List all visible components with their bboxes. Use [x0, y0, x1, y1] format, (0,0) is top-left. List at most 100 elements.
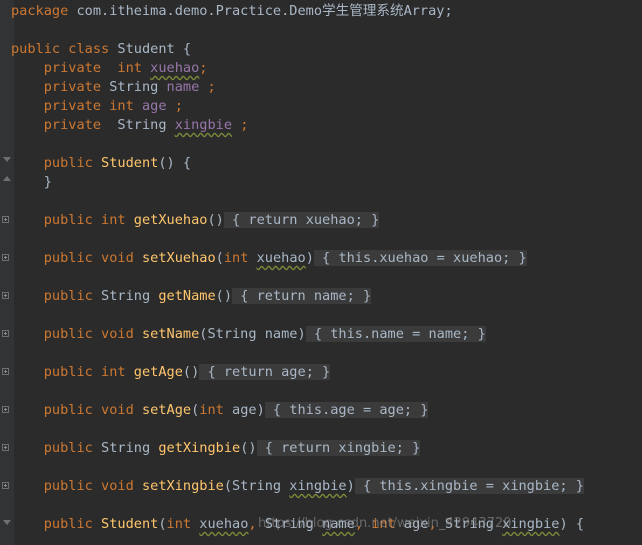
code-token: { — [354, 478, 380, 494]
fold-open-icon[interactable] — [3, 520, 11, 525]
code-token: ; — [346, 288, 355, 304]
code-token: public — [43, 288, 93, 304]
code-token: { — [199, 364, 224, 380]
code-token: xuehao — [150, 60, 200, 76]
code-token: { — [256, 440, 282, 456]
code-token: } — [567, 478, 584, 494]
code-token: = name — [403, 326, 462, 342]
code-line[interactable]: private String xingbie ; — [11, 116, 249, 135]
code-token: ; — [174, 98, 183, 114]
code-token: { — [232, 288, 257, 304]
code-token: ; — [207, 79, 216, 95]
code-token: setAge — [141, 402, 192, 418]
code-line[interactable]: private int age ; — [11, 97, 183, 116]
code-token: age — [281, 364, 306, 380]
fold-expand-icon[interactable] — [2, 368, 9, 375]
code-line[interactable]: private int xuehao; — [11, 59, 208, 78]
code-line[interactable]: public void setXingbie(String xingbie) {… — [11, 477, 584, 496]
code-line[interactable]: } — [11, 173, 52, 192]
code-token: xingbie — [330, 440, 396, 456]
code-token: age — [141, 98, 167, 114]
code-token: ( — [158, 516, 167, 532]
code-line[interactable]: public String getName() { return name; } — [11, 287, 372, 306]
code-token: getXingbie — [158, 440, 241, 456]
fold-expand-icon[interactable] — [2, 216, 9, 223]
code-editor[interactable]: package com.itheima.demo.Practice.Demo学生… — [0, 0, 642, 545]
code-token: private — [43, 60, 102, 76]
code-token: name — [166, 79, 200, 95]
code-token: = age — [354, 402, 404, 418]
code-token: setName — [141, 326, 200, 342]
fold-expand-icon[interactable] — [2, 444, 9, 451]
fold-expand-icon[interactable] — [2, 406, 9, 413]
code-token: setXingbie — [141, 478, 224, 494]
code-token: public void — [43, 478, 134, 494]
fold-expand-icon[interactable] — [2, 330, 9, 337]
code-token: ; — [559, 478, 568, 494]
code-token: () — [215, 288, 233, 304]
code-token: } — [412, 402, 429, 418]
code-line[interactable]: public int getAge() { return age; } — [11, 363, 331, 382]
code-line[interactable]: public int getXuehao() { return xuehao; … — [11, 211, 380, 230]
code-token: Student { — [109, 41, 192, 57]
code-token: public void — [43, 326, 134, 342]
fold-close-icon[interactable] — [3, 176, 11, 181]
code-token: public int — [43, 364, 126, 380]
code-token: { — [264, 402, 290, 418]
code-token: } — [403, 440, 421, 456]
code-token: = xingbie — [477, 478, 560, 494]
code-token: ) — [346, 478, 355, 494]
code-token: return — [223, 364, 273, 380]
code-token: int — [117, 60, 142, 76]
code-line[interactable]: public Student() { — [11, 154, 191, 173]
fold-open-icon[interactable] — [3, 157, 11, 162]
code-token: setXuehao — [141, 250, 216, 266]
code-line[interactable]: public void setAge(int age) { this.age =… — [11, 401, 429, 420]
code-token: com.itheima.demo.Practice.Demo学生管理系统Arra… — [68, 3, 453, 19]
fold-expand-icon[interactable] — [2, 292, 9, 299]
code-token: = xuehao — [428, 250, 503, 266]
code-token: package — [11, 3, 69, 19]
code-line[interactable]: private String name ; — [11, 78, 216, 97]
code-line[interactable]: public class Student { — [11, 40, 191, 59]
code-line[interactable]: public void setName(String name) { this.… — [11, 325, 486, 344]
code-token: public — [43, 516, 93, 532]
watermark: https://blog.csdn.net/weixin_42943720 — [258, 516, 512, 531]
code-token: name — [371, 326, 404, 342]
code-token: int — [109, 98, 134, 114]
code-token: () — [207, 212, 224, 228]
code-token: } — [11, 174, 52, 190]
code-token: public int — [43, 212, 126, 228]
code-token: int — [166, 516, 192, 532]
code-token: public void — [43, 402, 134, 418]
code-line[interactable]: public void setXuehao(int xuehao) { this… — [11, 249, 527, 268]
code-line[interactable]: package com.itheima.demo.Practice.Demo学生… — [11, 2, 453, 21]
code-token: return — [281, 440, 331, 456]
code-token: String — [101, 79, 167, 95]
code-token: ; — [403, 402, 413, 418]
code-token: private — [43, 79, 102, 95]
code-line[interactable]: public String getXingbie() { return xing… — [11, 439, 421, 458]
code-token: ; — [395, 440, 404, 456]
code-token: String — [92, 288, 159, 304]
code-token: xuehao — [379, 250, 429, 266]
code-token: this — [289, 402, 323, 418]
fold-expand-icon[interactable] — [2, 482, 9, 489]
code-token: Student — [101, 155, 159, 171]
fold-expand-icon[interactable] — [2, 254, 9, 261]
